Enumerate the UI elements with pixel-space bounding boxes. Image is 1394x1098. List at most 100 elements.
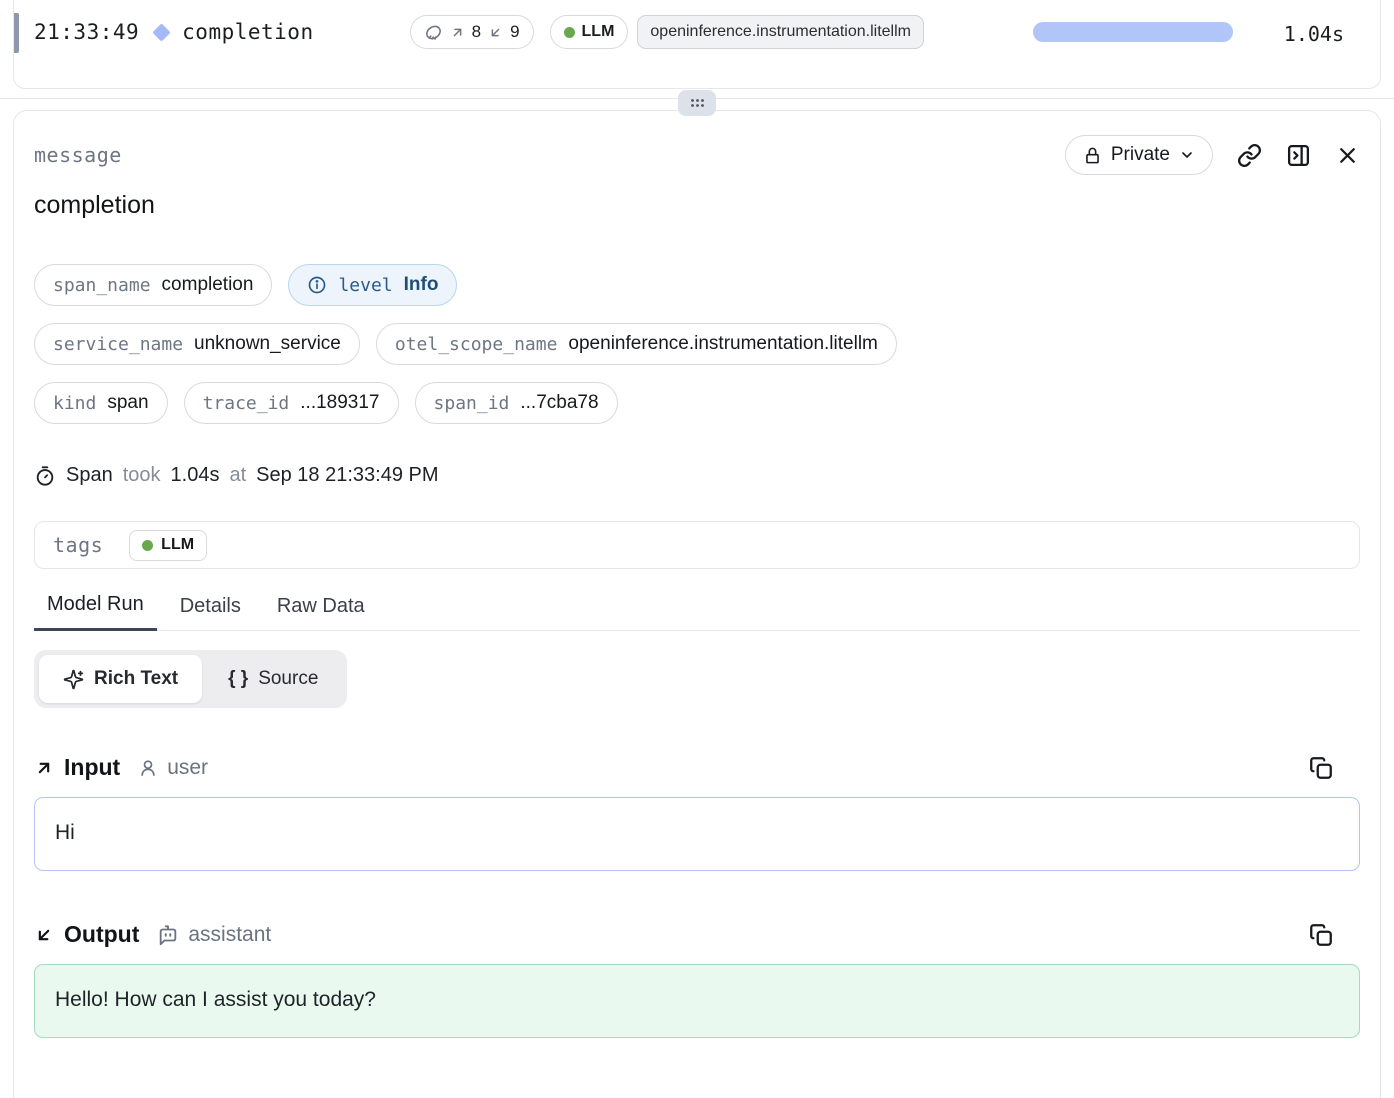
trace-row-name: completion [182, 20, 313, 44]
source-label: Source [258, 668, 318, 690]
timer-icon [34, 465, 56, 487]
green-dot-icon [142, 540, 153, 551]
info-icon [307, 275, 327, 295]
close-icon [1335, 143, 1360, 168]
llm-tag-label: LLM [582, 23, 615, 41]
bot-icon [157, 924, 179, 946]
tag-pill-llm: LLM [129, 530, 207, 561]
coin-icon [424, 23, 443, 42]
arrow-down-left-icon [34, 925, 54, 945]
page-title: completion [34, 191, 1360, 220]
input-role-label: user [167, 756, 208, 780]
arrow-up-right-icon [450, 25, 465, 40]
chip-key: otel_scope_name [395, 334, 558, 355]
chip-key: trace_id [203, 393, 290, 414]
chip-row-3: kind span trace_id ...189317 span_id ...… [34, 382, 1360, 424]
output-header: Output assistant [34, 921, 1360, 948]
timestamp-value: Sep 18 21:33:49 PM [256, 464, 438, 487]
drag-handle[interactable] [678, 90, 716, 116]
lock-icon [1083, 146, 1102, 165]
chip-trace-id: trace_id ...189317 [184, 382, 399, 424]
selected-row-indicator [14, 13, 19, 53]
output-content-box: Hello! How can I assist you today? [34, 964, 1360, 1038]
tab-raw-data[interactable]: Raw Data [264, 593, 378, 631]
input-title: Input [64, 754, 120, 781]
span-diamond-icon [152, 23, 170, 41]
visibility-dropdown[interactable]: Private [1065, 135, 1213, 175]
panel-header: message Private [34, 135, 1360, 175]
source-toggle[interactable]: { } Source [204, 655, 342, 703]
chip-key: span_id [434, 393, 510, 414]
rich-text-label: Rich Text [94, 668, 178, 690]
rich-text-toggle[interactable]: Rich Text [39, 655, 202, 703]
copy-link-button[interactable] [1237, 143, 1262, 168]
chip-kind: kind span [34, 382, 168, 424]
llm-tag-badge: LLM [550, 15, 629, 49]
copy-input-button[interactable] [1308, 755, 1334, 781]
copy-icon [1308, 922, 1334, 948]
took-word: took [123, 464, 161, 487]
chip-level: level Info [288, 264, 457, 306]
tab-details[interactable]: Details [167, 593, 254, 631]
tags-label: tags [53, 533, 103, 557]
chip-key: level [338, 275, 392, 296]
input-role: user [138, 756, 208, 780]
otel-scope-badge: openinference.instrumentation.litellm [637, 15, 924, 49]
chip-key: span_name [53, 275, 151, 296]
trace-row-time: 21:33:49 [34, 20, 139, 44]
chip-key: service_name [53, 334, 183, 355]
chip-span-id: span_id ...7cba78 [415, 382, 618, 424]
chip-value: ...189317 [300, 392, 379, 414]
chip-service-name: service_name unknown_service [34, 323, 360, 365]
output-title: Output [64, 921, 139, 948]
green-dot-icon [564, 27, 575, 38]
tokens-in-count: 8 [472, 22, 481, 42]
chip-value: Info [404, 274, 439, 296]
user-icon [138, 758, 158, 778]
grip-dots-icon [690, 98, 705, 108]
tab-bar: Model Run Details Raw Data [34, 593, 1360, 631]
view-mode-toggle: Rich Text { } Source [34, 650, 347, 708]
tokens-out-count: 9 [510, 22, 519, 42]
braces-icon: { } [228, 668, 248, 690]
tab-model-run[interactable]: Model Run [34, 593, 157, 631]
chip-key: kind [53, 393, 96, 414]
chip-row-2: service_name unknown_service otel_scope_… [34, 323, 1360, 365]
input-header: Input user [34, 754, 1360, 781]
close-panel-button[interactable] [1335, 143, 1360, 168]
trace-row-completion[interactable]: 21:33:49 completion 8 9 [14, 0, 1380, 64]
span-duration-line: Span took 1.04s at Sep 18 21:33:49 PM [34, 464, 1360, 487]
sparkles-icon [63, 669, 84, 690]
copy-icon [1308, 755, 1334, 781]
duration-value: 1.04s [171, 464, 220, 487]
arrow-down-left-icon [488, 25, 503, 40]
chip-otel-scope-name: otel_scope_name openinference.instrument… [376, 323, 897, 365]
tag-pill-label: LLM [161, 536, 194, 554]
arrow-up-right-icon [34, 758, 54, 778]
screen: 21:33:49 completion 8 9 [0, 0, 1394, 1098]
visibility-label: Private [1111, 144, 1170, 166]
chip-row-1: span_name completion level Info [34, 264, 1360, 306]
output-role-label: assistant [188, 923, 271, 947]
token-usage-badge: 8 9 [410, 15, 534, 49]
trace-list: 21:33:49 completion 8 9 [13, 0, 1381, 89]
latency-bar [1033, 22, 1233, 42]
chevron-down-icon [1179, 147, 1195, 163]
header-actions: Private [1065, 135, 1360, 175]
tags-editor[interactable]: tags LLM [34, 521, 1360, 569]
expand-panel-button[interactable] [1286, 143, 1311, 168]
chip-value: openinference.instrumentation.litellm [568, 333, 877, 355]
span-detail-panel: message Private [13, 110, 1381, 1098]
panel-resizer [0, 89, 1394, 110]
copy-output-button[interactable] [1308, 922, 1334, 948]
link-icon [1237, 143, 1262, 168]
span-word: Span [66, 464, 113, 487]
trace-row-duration: 1.04s [1284, 22, 1344, 46]
input-content-box: Hi [34, 797, 1360, 871]
chip-value: unknown_service [194, 333, 341, 355]
chip-value: span [107, 392, 148, 414]
chip-span-name: span_name completion [34, 264, 272, 306]
panel-right-open-icon [1286, 143, 1311, 168]
observation-type-label: message [34, 143, 122, 167]
at-word: at [229, 464, 246, 487]
